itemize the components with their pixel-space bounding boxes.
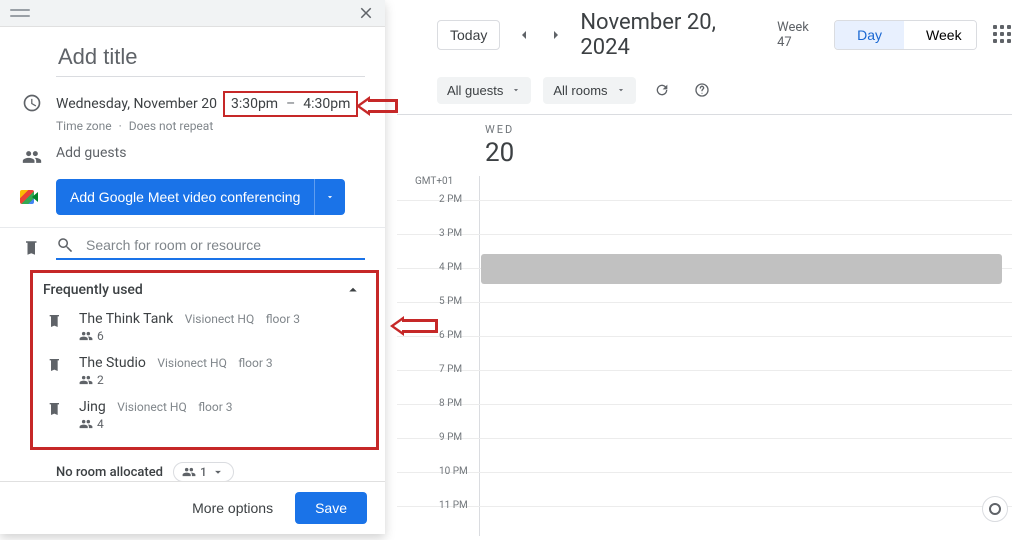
all-rooms-filter[interactable]: All rooms	[543, 77, 635, 104]
add-meet-button[interactable]: Add Google Meet video conferencing	[56, 179, 314, 215]
hour-label: 10 PM	[439, 466, 468, 477]
end-time[interactable]: 4:30pm	[303, 96, 350, 112]
week-view-button[interactable]: Week	[904, 21, 977, 49]
room-capacity: 6	[97, 329, 104, 343]
day-of-week-label: WED	[485, 123, 1012, 136]
room-name: The Studio	[79, 355, 146, 371]
all-guests-filter[interactable]: All guests	[437, 77, 531, 104]
hour-label: 11 PM	[439, 500, 468, 511]
meet-options-dropdown[interactable]	[314, 179, 345, 215]
calendar-date-heading[interactable]: November 20, 2024	[580, 10, 761, 60]
clock-icon	[20, 91, 44, 113]
apps-icon[interactable]	[993, 25, 1012, 45]
next-day-button[interactable]	[542, 21, 570, 49]
room-capacity: 4	[97, 417, 104, 431]
add-guests-field[interactable]: Add guests	[56, 145, 365, 161]
hour-label: 4 PM	[439, 262, 462, 273]
help-button[interactable]	[688, 76, 716, 104]
refresh-button[interactable]	[648, 76, 676, 104]
repeat-link[interactable]: Does not repeat	[129, 119, 214, 133]
panel-header	[0, 0, 385, 27]
room-location: Visionect HQ	[185, 312, 255, 326]
time-range-highlight: 3:30pm – 4:30pm	[223, 91, 358, 117]
timezone-label: GMT+01	[415, 176, 453, 187]
room-icon	[43, 311, 67, 329]
today-button[interactable]: Today	[437, 20, 500, 50]
search-icon	[56, 236, 74, 254]
hour-label: 9 PM	[439, 432, 462, 443]
prev-day-button[interactable]	[510, 21, 538, 49]
frequently-used-header[interactable]: Frequently used	[43, 282, 143, 298]
hour-label: 2 PM	[439, 194, 462, 205]
calendar-panel: Today November 20, 2024 Week 47 Day Week…	[385, 0, 1024, 534]
hour-label: 5 PM	[439, 296, 462, 307]
hour-label: 8 PM	[439, 398, 462, 409]
room-location: Visionect HQ	[157, 356, 227, 370]
save-button[interactable]: Save	[295, 492, 367, 524]
start-time[interactable]: 3:30pm	[231, 96, 278, 112]
room-capacity: 2	[97, 373, 104, 387]
people-icon	[20, 145, 44, 167]
event-title-input[interactable]	[56, 43, 365, 77]
room-floor: floor 3	[198, 400, 232, 414]
hour-label: 3 PM	[439, 228, 462, 239]
room-item[interactable]: The Think Tank Visionect HQ floor 3 6	[43, 305, 366, 349]
google-meet-icon	[20, 185, 44, 209]
chat-fab[interactable]	[982, 496, 1008, 522]
guest-count-chip[interactable]: 1	[173, 462, 234, 481]
hour-label: 7 PM	[439, 364, 462, 375]
more-options-button[interactable]: More options	[186, 499, 279, 517]
calendar-grid[interactable]: GMT+01 2 PM 3 PM 4 PM 5 PM 6 PM 7 PM 8 P…	[397, 176, 1012, 536]
timezone-link[interactable]: Time zone	[56, 119, 112, 133]
room-search-input[interactable]	[84, 236, 365, 254]
room-location: Visionect HQ	[117, 400, 187, 414]
room-name: Jing	[79, 399, 106, 415]
event-date[interactable]: Wednesday, November 20	[56, 96, 217, 112]
day-number[interactable]: 20	[485, 138, 1012, 168]
hour-label: 6 PM	[439, 330, 462, 341]
event-editor-panel: Wednesday, November 20 3:30pm – 4:30pm T…	[0, 0, 385, 534]
day-view-button[interactable]: Day	[835, 21, 904, 49]
room-floor: floor 3	[238, 356, 272, 370]
room-icon	[43, 399, 67, 417]
frequently-used-rooms-highlight: Frequently used The Think Tank Visionect…	[30, 270, 379, 450]
room-item[interactable]: The Studio Visionect HQ floor 3 2	[43, 349, 366, 393]
tentative-event-block[interactable]	[481, 254, 1002, 284]
no-room-allocated-label: No room allocated	[56, 465, 163, 480]
chevron-up-icon[interactable]	[344, 281, 362, 299]
room-item[interactable]: Jing Visionect HQ floor 3 4	[43, 393, 366, 437]
room-icon	[20, 239, 44, 257]
room-floor: floor 3	[266, 312, 300, 326]
week-number: Week 47	[777, 20, 824, 50]
close-button[interactable]	[357, 4, 375, 22]
room-icon	[43, 355, 67, 373]
view-switch: Day Week	[834, 20, 977, 50]
room-name: The Think Tank	[79, 311, 173, 327]
drag-handle-icon[interactable]	[10, 9, 30, 17]
time-dash: –	[286, 96, 295, 112]
